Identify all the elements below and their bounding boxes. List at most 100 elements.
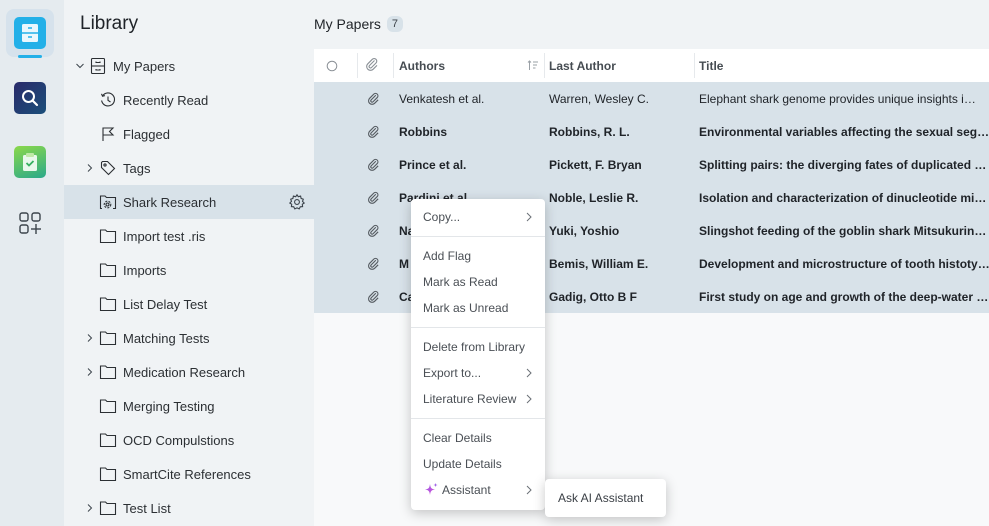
paperclip-icon[interactable] (367, 247, 380, 280)
sidebar-item-ocd-compulstions[interactable]: OCD Compulstions (64, 423, 314, 457)
attachment-column-header[interactable] (365, 49, 379, 82)
sidebar-item-label: List Delay Test (123, 296, 208, 312)
history-icon (99, 91, 117, 109)
last-author-cell: Warren, Wesley C. (549, 91, 650, 106)
chevron-right-icon[interactable] (85, 163, 95, 173)
sidebar-item-label: OCD Compulstions (123, 432, 235, 448)
sidebar-item-recently-read[interactable]: Recently Read (64, 83, 314, 117)
last-author-cell: Yuki, Yoshio (549, 223, 620, 238)
title-cell: Splitting pairs: the diverging fates of … (699, 157, 987, 172)
sparkle-icon (423, 482, 439, 498)
column-divider (544, 53, 545, 78)
paperclip-icon (365, 57, 379, 74)
library-sidebar: Library My Papers Recently Read Flagged Tag… (64, 0, 314, 526)
chevron-right-icon (523, 484, 535, 496)
authors-column-header[interactable]: Authors (399, 49, 539, 82)
sidebar-item-merging-testing[interactable]: Merging Testing (64, 389, 314, 423)
rail-search-button[interactable] (6, 74, 54, 122)
table-row[interactable]: Venkatesh et al. Warren, Wesley C. Elephan… (314, 82, 989, 115)
menu-separator (411, 418, 545, 419)
sidebar-item-label: Medication Research (123, 364, 246, 380)
file-cabinet-icon (89, 57, 107, 75)
folder-icon (99, 465, 117, 483)
column-divider (694, 53, 695, 78)
chevron-right-icon[interactable] (85, 333, 95, 343)
literature-review-menu-item[interactable]: Literature Review (411, 386, 545, 412)
sidebar-item-tags[interactable]: Tags (64, 151, 314, 185)
sidebar-item-label: Tags (123, 160, 151, 176)
paperclip-icon[interactable] (367, 214, 380, 247)
sidebar-item-matching-tests[interactable]: Matching Tests (64, 321, 314, 355)
title-cell: Environmental variables affecting the se… (699, 124, 989, 139)
sidebar-item-list-delay-test[interactable]: List Delay Test (64, 287, 314, 321)
sidebar-item-label: Merging Testing (123, 398, 215, 414)
active-indicator (18, 55, 42, 58)
rail-tasks-button[interactable] (6, 138, 54, 186)
table-row[interactable]: Robbins Robbins, R. L. Environmental varia… (314, 115, 989, 148)
folder-icon (99, 363, 117, 381)
chevron-right-icon[interactable] (85, 367, 95, 377)
sidebar-item-label: Import test .ris (123, 228, 206, 244)
chevron-right-icon (523, 211, 535, 223)
menu-separator (411, 327, 545, 328)
paperclip-icon[interactable] (367, 115, 380, 148)
menu-separator (411, 236, 545, 237)
clipboard-check-icon (14, 146, 46, 178)
folder-icon (99, 329, 117, 347)
mark-as-unread-menu-item[interactable]: Mark as Unread (411, 295, 545, 321)
last-author-column-header[interactable]: Last Author (549, 49, 616, 82)
sidebar-item-medication-research[interactable]: Medication Research (64, 355, 314, 389)
chevron-down-icon[interactable] (75, 61, 85, 71)
select-all-checkbox[interactable] (326, 49, 338, 82)
clear-details-menu-item[interactable]: Clear Details (411, 425, 545, 451)
chevron-right-icon[interactable] (85, 503, 95, 513)
assistant-menu-item[interactable]: Assistant (411, 477, 545, 503)
sidebar-item-flagged[interactable]: Flagged (64, 117, 314, 151)
rail-add-apps-button[interactable] (6, 201, 54, 249)
count-badge: 7 (386, 16, 404, 32)
last-author-cell: Robbins, R. L. (549, 124, 630, 139)
column-divider (357, 53, 358, 78)
mark-as-read-menu-item[interactable]: Mark as Read (411, 269, 545, 295)
gear-icon[interactable] (288, 193, 306, 211)
sort-ascending-icon[interactable] (527, 60, 539, 74)
add-flag-menu-item[interactable]: Add Flag (411, 243, 545, 269)
file-cabinet-icon (14, 17, 46, 49)
authors-cell: Prince et al. (399, 157, 467, 172)
copy-menu-item[interactable]: Copy... (411, 204, 545, 230)
sidebar-item-import-test-ris[interactable]: Import test .ris (64, 219, 314, 253)
last-author-cell: Noble, Leslie R. (549, 190, 639, 205)
table-row[interactable]: Prince et al. Pickett, F. Bryan Splitting … (314, 148, 989, 181)
rail-library-button[interactable] (6, 9, 54, 57)
sidebar-item-label: Recently Read (123, 92, 209, 108)
flag-icon (99, 125, 117, 143)
export-to-menu-item[interactable]: Export to... (411, 360, 545, 386)
delete-from-library-menu-item[interactable]: Delete from Library (411, 334, 545, 360)
paperclip-icon[interactable] (367, 280, 380, 313)
ask-ai-assistant-menu-item[interactable]: Ask AI Assistant (545, 479, 666, 517)
sidebar-item-imports[interactable]: Imports (64, 253, 314, 287)
chevron-right-icon (523, 367, 535, 379)
column-divider (393, 53, 394, 78)
app-rail (0, 0, 64, 526)
last-author-cell: Bemis, William E. (549, 256, 649, 271)
folder-icon (99, 295, 117, 313)
folder-icon (99, 261, 117, 279)
folder-icon (99, 499, 117, 517)
paperclip-icon[interactable] (367, 82, 380, 115)
sidebar-item-test-list[interactable]: Test List (64, 491, 314, 525)
title-cell: First study on age and growth of the dee… (699, 289, 989, 304)
sidebar-item-shark-research[interactable]: Shark Research (64, 185, 314, 219)
sidebar-item-label: Matching Tests (123, 330, 210, 346)
title-column-header[interactable]: Title (699, 49, 723, 82)
sidebar-item-my-papers[interactable]: My Papers (64, 49, 314, 83)
paperclip-icon[interactable] (367, 148, 380, 181)
update-details-menu-item[interactable]: Update Details (411, 451, 545, 477)
search-icon (14, 82, 46, 114)
sidebar-item-label: Shark Research (123, 194, 217, 210)
sidebar-item-smartcite-references[interactable]: SmartCite References (64, 457, 314, 491)
sidebar-item-label: SmartCite References (123, 466, 251, 482)
last-author-cell: Pickett, F. Bryan (549, 157, 642, 172)
chevron-right-icon (523, 393, 535, 405)
paperclip-icon[interactable] (367, 181, 380, 214)
